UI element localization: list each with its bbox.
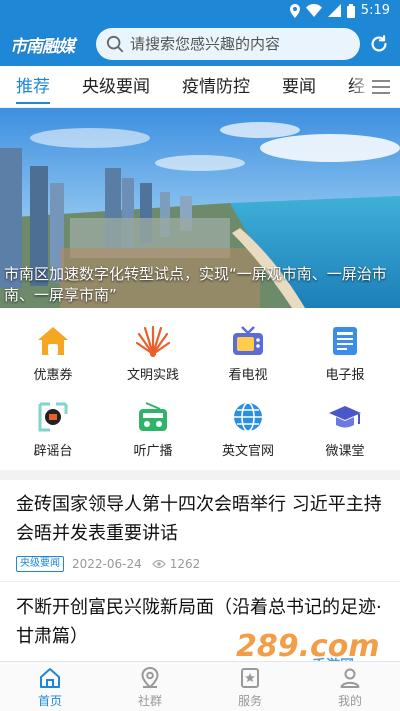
civilization-fan-icon [136,325,170,357]
watermark-text: 289.com [236,629,380,664]
globe-icon [234,402,262,432]
grid-label: 英文官网 [221,444,274,459]
news-title: 金砖国家领导人第十四次会晤举行 习近平主持会晤并发表重要讲话 [16,494,382,544]
tab-item[interactable]: 疫情防控 [182,66,250,107]
grid-item-class[interactable]: 微课堂 [295,392,395,462]
location-status-icon [289,3,300,18]
section-divider [0,470,400,480]
grid-label: 优惠券 [33,368,73,383]
grid-label: 听广播 [133,444,173,459]
news-date: 2022-06-24 [72,557,142,571]
banner-caption: 市南区加速数字化转型试点，实现“一屏观市南、一屏治市南、一屏享市南” [4,265,387,304]
grid-label: 文明实践 [126,368,179,383]
battery-icon [346,3,355,18]
news-item[interactable]: 金砖国家领导人第十四次会晤举行 习近平主持会晤并发表重要讲话 央级要闻 2022… [0,480,400,582]
signal-icon [327,4,341,17]
location-icon [141,666,159,689]
search-icon [106,35,124,53]
nav-label: 服务 [237,694,262,708]
nav-community[interactable]: 社群 [100,662,200,711]
grid-item-radio[interactable]: 听广播 [103,392,203,462]
rumor-refute-icon [38,402,68,432]
grid-item-coupon[interactable]: 优惠券 [3,316,103,386]
grid-item-rumor[interactable]: 辟谣台 [3,392,103,462]
grid-label: 辟谣台 [33,444,73,459]
radio-icon [139,402,167,431]
banner-carousel[interactable]: 市南区加速数字化转型试点，实现“一屏观市南、一屏治市南、一屏享市南” [0,108,400,308]
grid-label: 看电视 [228,368,268,383]
wifi-icon [305,4,322,17]
nav-home[interactable]: 首页 [0,662,100,711]
status-icons: 5:19 [289,3,390,18]
search-box[interactable] [96,28,360,60]
nav-label: 社群 [137,694,162,708]
nav-label: 我的 [337,694,362,708]
service-star-icon [241,668,259,688]
grid-item-civilization[interactable]: 文明实践 [103,316,203,386]
app-logo: 市南融媒 [10,36,75,57]
menu-icon[interactable] [370,78,392,96]
search-input[interactable] [130,35,350,53]
coupon-house-icon [38,327,68,355]
status-time: 5:19 [360,3,390,18]
bottom-nav: 首页 社群 服务 我的 [0,661,400,711]
nav-mine[interactable]: 我的 [300,662,400,711]
tab-item[interactable]: 要闻 [282,66,316,107]
newspaper-icon [333,327,357,355]
grid-item-tv[interactable]: 看电视 [198,316,298,386]
graduation-cap-icon [329,406,361,428]
tab-list: 推荐央级要闻疫情防控要闻经 [0,66,400,107]
service-grid: 优惠券 文明实践 看电视 电子报 辟谣台 听广播 英文官网 微课堂 [0,316,400,464]
grid-label: 微课堂 [325,444,365,459]
grid-label: 电子报 [325,368,365,383]
news-views: 1262 [169,557,201,571]
tab-item[interactable]: 推荐 [16,66,50,107]
grid-item-globe[interactable]: 英文官网 [198,392,298,462]
eye-icon [151,559,166,569]
nav-label: 首页 [37,694,62,708]
tab-item[interactable]: 央级要闻 [82,66,150,107]
grid-item-newspaper[interactable]: 电子报 [295,316,395,386]
top-bar: 市南融媒 [0,22,400,66]
news-tag: 央级要闻 [16,556,64,572]
tv-icon [233,326,263,355]
status-bar: 5:19 [0,0,400,22]
profile-icon [340,668,360,688]
refresh-icon[interactable] [368,33,390,55]
category-tabs: 推荐央级要闻疫情防控要闻经 [0,66,400,108]
home-icon [40,668,60,688]
news-meta: 央级要闻 2022-06-24 1262 [16,556,200,572]
nav-service[interactable]: 服务 [200,662,300,711]
